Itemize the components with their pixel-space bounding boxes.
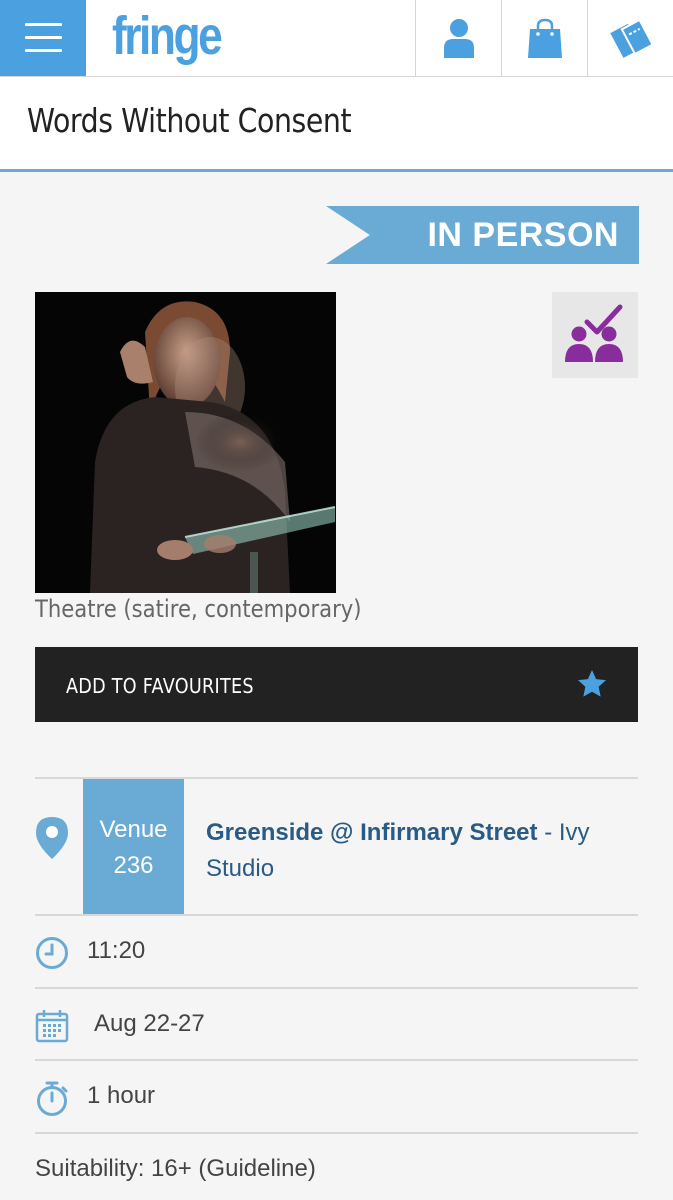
basket-button[interactable] <box>501 0 588 76</box>
page-title: Words Without Consent <box>27 101 352 140</box>
show-dates: Aug 22-27 <box>94 1010 205 1037</box>
tickets-icon <box>610 18 653 58</box>
tickets-button[interactable] <box>587 0 673 76</box>
menu-icon-line <box>25 36 62 39</box>
genre-text: Theatre (satire, contemporary) <box>35 595 362 623</box>
performer-photo <box>35 292 336 593</box>
in-person-label: IN PERSON <box>427 216 619 254</box>
time-row: 11:20 <box>35 916 638 988</box>
divider <box>35 1132 638 1134</box>
venue-row: Venue 236 Greenside @ Infirmary Street -… <box>35 779 638 914</box>
top-bar: fringe <box>0 0 673 77</box>
stopwatch-icon <box>37 1081 68 1116</box>
show-time: 11:20 <box>87 937 146 964</box>
venue-name-link[interactable]: Greenside @ Infirmary Street <box>206 819 538 846</box>
favourites-label: ADD TO FAVOURITES <box>66 674 254 698</box>
user-icon <box>444 19 474 58</box>
location-pin-icon <box>36 817 68 859</box>
dates-row: Aug 22-27 <box>35 989 638 1061</box>
show-duration: 1 hour <box>87 1082 156 1109</box>
audience-check-icon <box>565 304 623 362</box>
clock-icon <box>36 937 68 969</box>
menu-icon-line <box>25 49 62 52</box>
title-bar: Words Without Consent <box>0 77 673 172</box>
show-image[interactable] <box>35 292 336 593</box>
venue-separator: - <box>537 819 559 846</box>
in-person-banner: IN PERSON <box>326 206 639 264</box>
calendar-icon <box>35 1010 69 1043</box>
account-button[interactable] <box>415 0 502 76</box>
venue-details[interactable]: Greenside @ Infirmary Street - Ivy Studi… <box>206 815 636 887</box>
accessibility-badge[interactable] <box>552 292 638 378</box>
fringe-logo[interactable]: fringe <box>112 6 223 66</box>
menu-button[interactable] <box>0 0 86 76</box>
star-icon <box>578 670 606 697</box>
duration-row: 1 hour <box>35 1061 638 1133</box>
venue-label: Venue <box>99 816 168 843</box>
basket-icon <box>528 18 562 58</box>
venue-number-box: Venue 236 <box>83 779 184 914</box>
add-to-favourites-button[interactable]: ADD TO FAVOURITES <box>35 647 638 722</box>
menu-icon-line <box>25 23 62 26</box>
suitability-text: Suitability: 16+ (Guideline) <box>35 1155 316 1182</box>
venue-number: 236 <box>113 852 154 879</box>
